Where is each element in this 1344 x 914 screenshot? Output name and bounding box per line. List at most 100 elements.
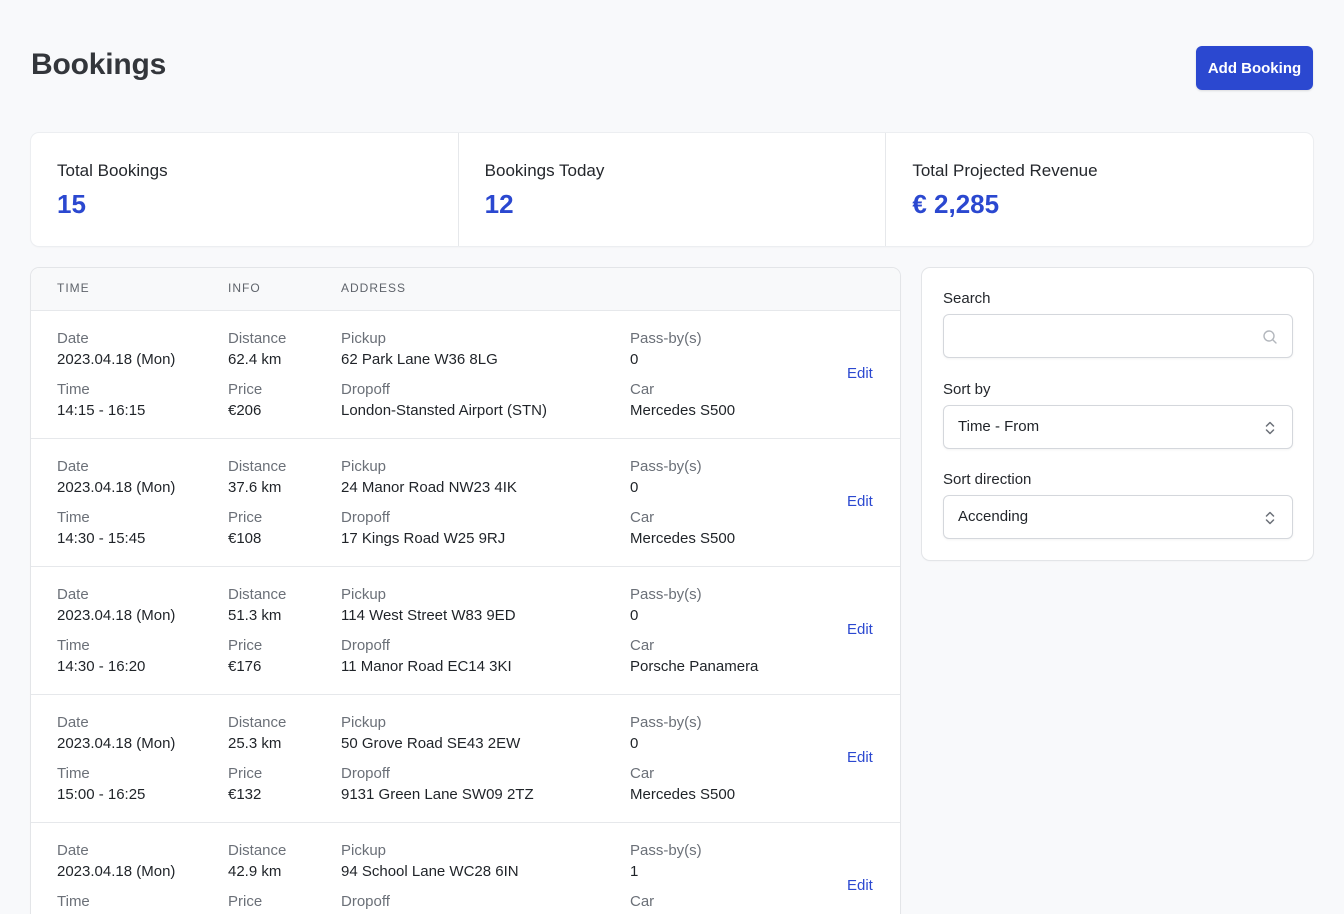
price-label: Price: [228, 381, 263, 398]
price-value: €176: [228, 658, 262, 675]
edit-link[interactable]: Edit: [847, 493, 873, 510]
add-booking-button[interactable]: Add Booking: [1196, 46, 1313, 90]
car-label: Car: [630, 893, 655, 910]
stat-value: € 2,285: [912, 189, 1000, 219]
dropoff-label: Dropoff: [341, 509, 390, 526]
cell-passby: Pass-by(s) 1: [630, 841, 702, 882]
edit-link[interactable]: Edit: [847, 877, 873, 894]
distance-value: 51.3 km: [228, 607, 282, 624]
time-label: Time: [57, 637, 90, 654]
date-label: Date: [57, 714, 89, 731]
column-header-info: INFO: [228, 281, 261, 295]
cell-price: Price €108: [228, 508, 262, 549]
edit-link[interactable]: Edit: [847, 749, 873, 766]
passby-value: 0: [630, 351, 639, 368]
passby-value: 0: [630, 479, 639, 496]
cell-passby: Pass-by(s) 0: [630, 713, 702, 754]
cell-price: Price €176: [228, 636, 262, 677]
sort-direction-select[interactable]: Accending: [943, 495, 1293, 539]
stat-label: Bookings Today: [484, 161, 605, 180]
stats-panel: Total Bookings 15 Bookings Today 12 Tota…: [31, 133, 1313, 246]
edit-link[interactable]: Edit: [847, 621, 873, 638]
passby-value: 0: [630, 735, 639, 752]
cell-pickup: Pickup 24 Manor Road NW23 4IK: [341, 457, 517, 498]
cell-distance: Distance 42.9 km: [228, 841, 286, 882]
stat-label: Total Bookings: [57, 161, 168, 180]
dropoff-value: 17 Kings Road W25 9RJ: [341, 530, 506, 547]
date-label: Date: [57, 842, 89, 859]
cell-price: Price €206: [228, 380, 262, 421]
chevron-up-down-icon: [1265, 511, 1275, 525]
cell-date: Date 2023.04.18 (Mon): [57, 329, 175, 370]
stat-value: 15: [57, 189, 86, 219]
time-label: Time: [57, 765, 90, 782]
column-header-address: ADDRESS: [341, 281, 407, 295]
pickup-label: Pickup: [341, 842, 387, 859]
price-value: €108: [228, 530, 262, 547]
cell-price: Price: [228, 892, 262, 913]
car-value: Mercedes S500: [630, 402, 736, 419]
time-value: 14:30 - 15:45: [57, 530, 146, 547]
cell-date: Date 2023.04.18 (Mon): [57, 585, 175, 626]
dropoff-label: Dropoff: [341, 637, 390, 654]
price-label: Price: [228, 893, 263, 910]
passby-label: Pass-by(s): [630, 330, 702, 347]
cell-dropoff: Dropoff 11 Manor Road EC14 3KI: [341, 636, 512, 677]
pickup-value: 24 Manor Road NW23 4IK: [341, 479, 517, 496]
cell-dropoff: Dropoff 17 Kings Road W25 9RJ: [341, 508, 505, 549]
distance-value: 25.3 km: [228, 735, 282, 752]
distance-value: 42.9 km: [228, 863, 282, 880]
cell-dropoff: Dropoff: [341, 892, 390, 913]
date-label: Date: [57, 458, 89, 475]
cell-distance: Distance 62.4 km: [228, 329, 286, 370]
cell-time: Time 15:00 - 16:25: [57, 764, 145, 805]
date-value: 2023.04.18 (Mon): [57, 607, 176, 624]
filter-panel: Search Sort by Time - From Sort directio…: [922, 268, 1313, 560]
date-value: 2023.04.18 (Mon): [57, 735, 176, 752]
cell-pickup: Pickup 50 Grove Road SE43 2EW: [341, 713, 520, 754]
cell-distance: Distance 25.3 km: [228, 713, 286, 754]
dropoff-value: London-Stansted Airport (STN): [341, 402, 547, 419]
chevron-up-down-icon: [1265, 421, 1275, 435]
price-value: €206: [228, 402, 262, 419]
passby-label: Pass-by(s): [630, 714, 702, 731]
sort-by-select[interactable]: Time - From: [943, 405, 1293, 449]
search-input[interactable]: [943, 314, 1293, 358]
distance-value: 62.4 km: [228, 351, 282, 368]
distance-label: Distance: [228, 842, 287, 859]
sort-by-label: Sort by: [943, 381, 991, 398]
time-value: 14:30 - 16:20: [57, 658, 146, 675]
date-label: Date: [57, 586, 89, 603]
cell-date: Date 2023.04.18 (Mon): [57, 457, 175, 498]
pickup-label: Pickup: [341, 586, 387, 603]
dropoff-label: Dropoff: [341, 381, 390, 398]
distance-label: Distance: [228, 714, 287, 731]
pickup-value: 62 Park Lane W36 8LG: [341, 351, 498, 368]
pickup-label: Pickup: [341, 330, 387, 347]
distance-label: Distance: [228, 330, 287, 347]
dropoff-label: Dropoff: [341, 893, 390, 910]
car-value: Mercedes S500: [630, 786, 736, 803]
table-row: Date 2023.04.18 (Mon) Time 14:30 - 16:20 Dis…: [31, 567, 900, 695]
page-header: Bookings Add Booking: [31, 44, 1313, 92]
passby-label: Pass-by(s): [630, 586, 702, 603]
bookings-page: Bookings Add Booking Total Bookings 15 B…: [0, 0, 1344, 914]
cell-dropoff: Dropoff London-Stansted Airport (STN): [341, 380, 547, 421]
car-label: Car: [630, 637, 655, 654]
time-value: 15:00 - 16:25: [57, 786, 146, 803]
dropoff-value: 9131 Green Lane SW09 2TZ: [341, 786, 534, 803]
pickup-value: 114 West Street W83 9ED: [341, 607, 516, 624]
date-label: Date: [57, 330, 89, 347]
stat-projected-revenue: Total Projected Revenue € 2,285: [886, 133, 1313, 246]
column-header-time: TIME: [57, 281, 90, 295]
cell-distance: Distance 37.6 km: [228, 457, 286, 498]
stat-value: 12: [484, 189, 514, 219]
cell-time: Time 14:30 - 15:45: [57, 508, 145, 549]
edit-link[interactable]: Edit: [847, 365, 873, 382]
table-header: TIME INFO ADDRESS: [31, 268, 900, 311]
table-row: Date 2023.04.18 (Mon) Time 14:15 - 16:15 Dis…: [31, 311, 900, 439]
price-label: Price: [228, 637, 263, 654]
cell-date: Date 2023.04.18 (Mon): [57, 841, 175, 882]
table-body: Date 2023.04.18 (Mon) Time 14:15 - 16:15 Dis…: [31, 311, 900, 914]
distance-label: Distance: [228, 586, 287, 603]
